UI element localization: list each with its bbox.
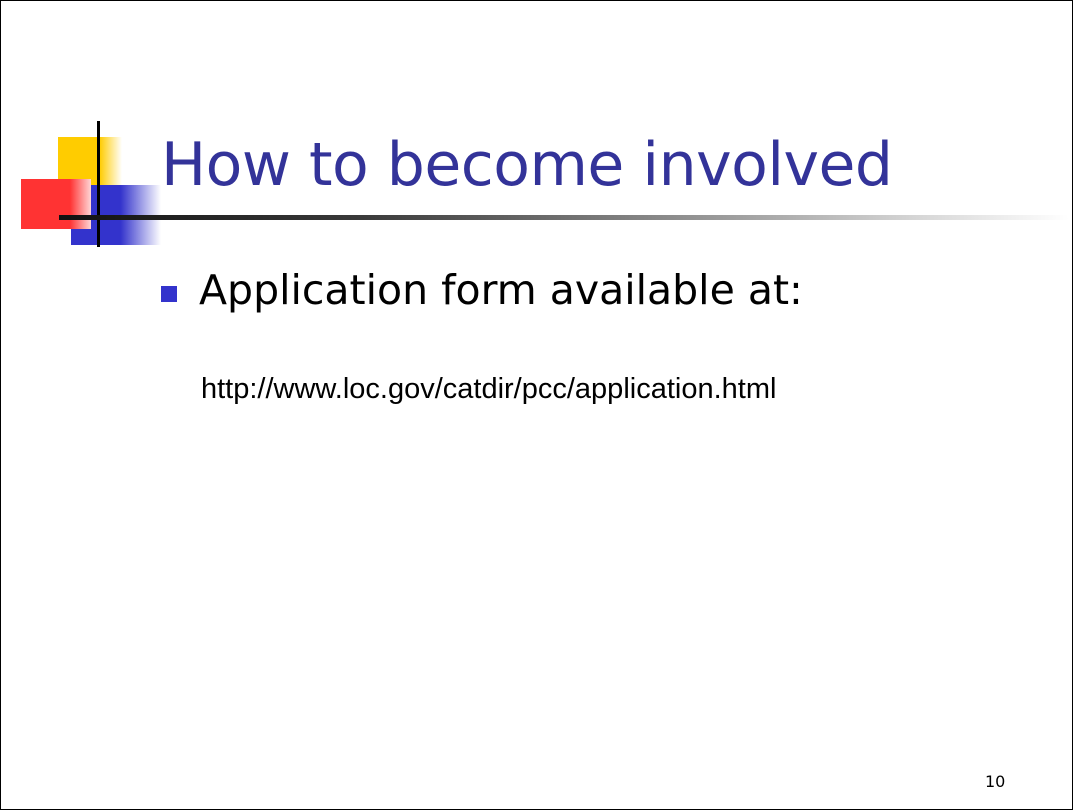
square-bullet-icon <box>161 285 177 302</box>
bullet-item: Application form available at: <box>161 266 803 315</box>
slide: How to become involved Application form … <box>0 0 1073 810</box>
bullet-text: Application form available at: <box>199 266 803 314</box>
logo-vertical-line <box>97 121 100 247</box>
logo-red-square <box>21 179 91 229</box>
title-underline <box>59 215 1069 220</box>
slide-title: How to become involved <box>161 130 893 200</box>
page-number: 10 <box>985 772 1006 791</box>
corner-squares-logo-icon <box>21 121 161 247</box>
application-url: http://www.loc.gov/catdir/pcc/applicatio… <box>201 373 777 405</box>
